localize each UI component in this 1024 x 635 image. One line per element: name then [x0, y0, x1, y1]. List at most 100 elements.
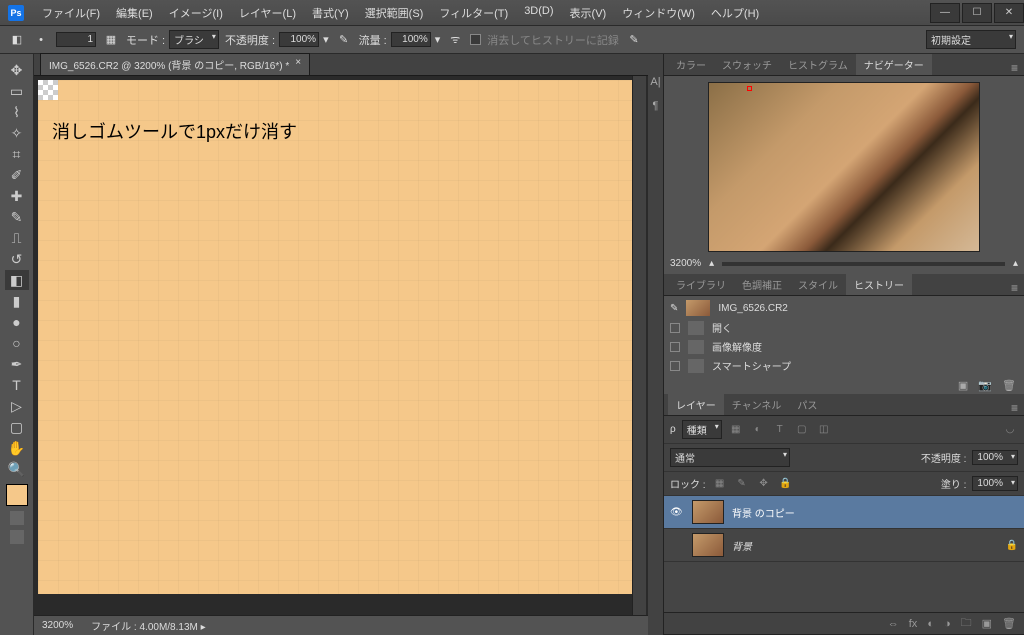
opacity-dropdown-icon[interactable]: ▾ [323, 33, 329, 46]
paragraph-panel-icon[interactable]: ¶ [653, 100, 659, 112]
vertical-scrollbar[interactable] [632, 76, 646, 615]
layer-mask-icon[interactable]: ◐ [927, 618, 934, 630]
crop-tool[interactable]: ⌗ [5, 144, 29, 164]
history-item[interactable]: 開く [666, 318, 1022, 337]
new-layer-icon[interactable]: ▣ [982, 617, 992, 630]
pressure-size-icon[interactable]: ✎ [625, 31, 643, 49]
lock-transparent-icon[interactable]: ▦ [712, 477, 728, 491]
navigator-preview[interactable] [708, 82, 980, 252]
menu-select[interactable]: 選択範囲(S) [359, 2, 430, 24]
lock-pixels-icon[interactable]: ✎ [734, 477, 750, 491]
tab-paths[interactable]: パス [789, 394, 825, 415]
link-layers-icon[interactable]: ⇔ [888, 618, 899, 630]
document-tab[interactable]: IMG_6526.CR2 @ 3200% (背景 のコピー, RGB/16*) … [40, 53, 310, 75]
tab-color[interactable]: カラー [668, 54, 714, 75]
menu-filter[interactable]: フィルター(T) [433, 2, 514, 24]
history-snapshot[interactable]: ✎ IMG_6526.CR2 [666, 298, 1022, 318]
path-select-tool[interactable]: ▷ [5, 396, 29, 416]
quick-mask-icon[interactable] [10, 511, 24, 525]
foreground-color-swatch[interactable] [6, 484, 28, 506]
hand-tool[interactable]: ✋ [5, 438, 29, 458]
shape-tool[interactable]: ▢ [5, 417, 29, 437]
flow-dropdown-icon[interactable]: ▾ [435, 33, 441, 46]
tab-layers[interactable]: レイヤー [668, 394, 724, 415]
delete-layer-icon[interactable]: 🗑 [1002, 617, 1016, 630]
menu-type[interactable]: 書式(Y) [306, 2, 355, 24]
tab-histogram[interactable]: ヒストグラム [780, 54, 856, 75]
wand-tool[interactable]: ✧ [5, 123, 29, 143]
group-icon[interactable]: 🗀 [961, 614, 972, 633]
layer-filter-dropdown[interactable]: 種類 [682, 420, 722, 439]
panel-menu-icon[interactable]: ≡ [1005, 61, 1024, 75]
fill-input[interactable]: 100% [972, 476, 1018, 491]
zoom-in-icon[interactable]: ▴ [1013, 258, 1018, 269]
zoom-slider[interactable] [722, 262, 1005, 266]
screen-mode-icon[interactable] [10, 530, 24, 544]
close-tab-icon[interactable]: × [295, 57, 301, 72]
visibility-icon[interactable]: 👁 [670, 507, 684, 518]
erase-history-checkbox[interactable] [470, 34, 481, 45]
menu-file[interactable]: ファイル(F) [36, 2, 106, 24]
mode-dropdown[interactable]: ブラシ [169, 30, 219, 49]
close-button[interactable]: ✕ [994, 3, 1024, 23]
character-panel-icon[interactable]: A| [650, 76, 660, 88]
lock-position-icon[interactable]: ✥ [756, 477, 772, 491]
airbrush-icon[interactable]: ᯤ [446, 31, 464, 49]
new-snapshot-icon[interactable]: ▣ [958, 379, 968, 392]
panel-menu-icon[interactable]: ≡ [1005, 281, 1024, 295]
brush-panel-icon[interactable]: ▦ [102, 31, 120, 49]
filter-type-icon[interactable]: T [772, 423, 788, 437]
camera-icon[interactable]: 📷 [978, 379, 992, 392]
canvas[interactable]: 消しゴムツールで1pxだけ消す [38, 80, 632, 594]
navigator-zoom-value[interactable]: 3200% [670, 258, 701, 269]
pen-tool[interactable]: ✒ [5, 354, 29, 374]
menu-help[interactable]: ヘルプ(H) [705, 2, 765, 24]
workspace-dropdown[interactable]: 初期設定 [926, 30, 1016, 49]
menu-window[interactable]: ウィンドウ(W) [616, 2, 701, 24]
filter-toggle-icon[interactable]: ◡ [1002, 423, 1018, 437]
filter-adjust-icon[interactable]: ◐ [750, 423, 766, 437]
layer-name[interactable]: 背景 のコピー [732, 505, 795, 520]
layer-name[interactable]: 背景 [732, 538, 752, 553]
brush-size-input[interactable]: 1 [56, 32, 96, 47]
dodge-tool[interactable]: ○ [5, 333, 29, 353]
pressure-opacity-icon[interactable]: ✎ [335, 31, 353, 49]
lock-all-icon[interactable]: 🔒 [778, 477, 794, 491]
blur-tool[interactable]: ● [5, 312, 29, 332]
menu-layer[interactable]: レイヤー(L) [233, 2, 302, 24]
zoom-tool[interactable]: 🔍 [5, 459, 29, 479]
tab-history[interactable]: ヒストリー [846, 274, 912, 295]
filter-shape-icon[interactable]: ▢ [794, 423, 810, 437]
menu-3d[interactable]: 3D(D) [518, 2, 559, 24]
zoom-out-icon[interactable]: ▴ [709, 258, 714, 269]
heal-tool[interactable]: ✚ [5, 186, 29, 206]
eyedropper-tool[interactable]: ✐ [5, 165, 29, 185]
layer-opacity-input[interactable]: 100% [972, 450, 1018, 465]
minimize-button[interactable]: — [930, 3, 960, 23]
tab-library[interactable]: ライブラリ [668, 274, 734, 295]
adjustment-layer-icon[interactable]: ◑ [944, 618, 951, 630]
filter-pixel-icon[interactable]: ▦ [728, 423, 744, 437]
panel-menu-icon[interactable]: ≡ [1005, 401, 1024, 415]
history-item[interactable]: スマートシャープ [666, 356, 1022, 375]
history-brush-tool[interactable]: ↺ [5, 249, 29, 269]
zoom-level[interactable]: 3200% [42, 620, 73, 631]
tab-adjustments[interactable]: 色調補正 [734, 274, 790, 295]
tab-channels[interactable]: チャンネル [724, 394, 790, 415]
tab-styles[interactable]: スタイル [790, 274, 846, 295]
stamp-tool[interactable]: ⎍ [5, 228, 29, 248]
layer-row[interactable]: 👁 背景 のコピー [664, 496, 1024, 529]
eraser-tool[interactable]: ◧ [5, 270, 29, 290]
layer-fx-icon[interactable]: fx [909, 618, 918, 630]
history-item[interactable]: 画像解像度 [666, 337, 1022, 356]
brush-tool[interactable]: ✎ [5, 207, 29, 227]
menu-view[interactable]: 表示(V) [564, 2, 613, 24]
blend-mode-dropdown[interactable]: 通常 [670, 448, 790, 467]
eraser-tool-icon[interactable]: ◧ [8, 31, 26, 49]
move-tool[interactable]: ✥ [5, 60, 29, 80]
lasso-tool[interactable]: ⌇ [5, 102, 29, 122]
trash-icon[interactable]: 🗑 [1002, 379, 1016, 392]
gradient-tool[interactable]: ▮ [5, 291, 29, 311]
maximize-button[interactable]: ☐ [962, 3, 992, 23]
layer-row[interactable]: 背景 🔒 [664, 529, 1024, 562]
